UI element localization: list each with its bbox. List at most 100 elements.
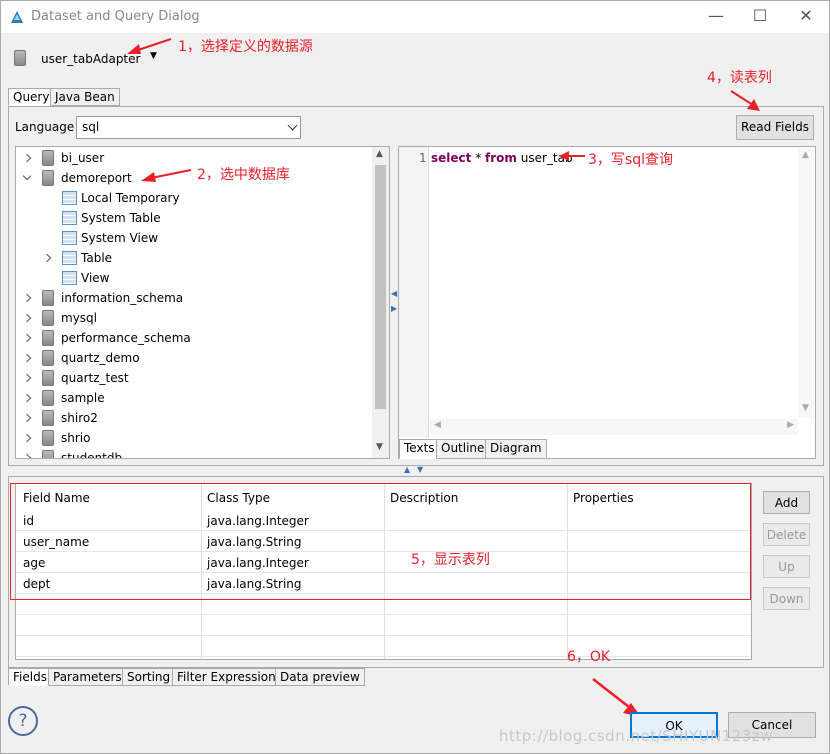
splitter-down-icon[interactable]: ▼ xyxy=(417,465,423,474)
database-icon xyxy=(42,150,54,166)
tree-item-label: shrio xyxy=(61,431,91,445)
annotation-box-5 xyxy=(10,483,751,600)
database-icon xyxy=(42,170,54,186)
delete-button[interactable]: Delete xyxy=(763,523,810,546)
language-select[interactable]: sql xyxy=(76,116,301,139)
down-button[interactable]: Down xyxy=(763,587,810,610)
expand-right-icon[interactable] xyxy=(22,333,32,343)
up-button[interactable]: Up xyxy=(763,555,810,578)
expand-right-icon[interactable] xyxy=(22,433,32,443)
annotation-5: 5，显示表列 xyxy=(411,552,490,568)
tab-java-bean[interactable]: Java Bean xyxy=(50,88,120,106)
tree-item[interactable]: System Table xyxy=(16,208,366,228)
line-number-gutter xyxy=(399,147,429,437)
tab-outline[interactable]: Outline xyxy=(436,439,490,459)
table-icon xyxy=(62,231,77,245)
sql-editor[interactable]: 1 select * from user_tab ▲ ▼ ◀ ▶ Texts O… xyxy=(398,146,816,459)
editor-scroll-right-icon[interactable]: ▶ xyxy=(787,420,794,430)
annotation-arrow-4 xyxy=(730,90,760,111)
tree-item[interactable]: performance_schema xyxy=(16,328,366,348)
sql-query-text[interactable]: select * from user_tab xyxy=(431,151,573,165)
help-icon[interactable]: ? xyxy=(8,706,38,736)
tree-item-label: Table xyxy=(81,251,113,265)
tree-item[interactable]: System View xyxy=(16,228,366,248)
database-icon xyxy=(42,350,54,366)
editor-scroll-down-icon[interactable]: ▼ xyxy=(802,403,809,413)
editor-scroll-left-icon[interactable]: ◀ xyxy=(434,420,441,430)
tree-item[interactable]: shrio xyxy=(16,428,366,448)
tree-item[interactable]: Table xyxy=(16,248,366,268)
row-divider xyxy=(16,656,751,657)
expand-down-icon[interactable] xyxy=(22,171,32,181)
dialog-window: Dataset and Query Dialog — ☐ ✕ user_tabA… xyxy=(0,0,830,754)
tree-item-label: Local Temporary xyxy=(81,191,180,205)
table-icon xyxy=(62,211,77,225)
expand-right-icon[interactable] xyxy=(22,413,32,423)
tab-parameters[interactable]: Parameters xyxy=(48,668,127,686)
database-icon xyxy=(42,450,54,458)
tree-item-label: System Table xyxy=(81,211,161,225)
tree-item[interactable]: bi_user xyxy=(16,148,366,168)
expand-right-icon[interactable] xyxy=(22,313,32,323)
annotation-arrow-2 xyxy=(141,169,192,182)
tree-item[interactable]: Local Temporary xyxy=(16,188,366,208)
datasource-icon xyxy=(14,50,26,66)
tree-item-label: View xyxy=(81,271,110,285)
title-bar[interactable]: Dataset and Query Dialog — ☐ ✕ xyxy=(1,1,829,33)
eclipse-app-icon xyxy=(11,11,23,23)
minimize-button[interactable]: — xyxy=(701,5,731,27)
expand-right-icon[interactable] xyxy=(22,153,32,163)
editor-vscrollbar[interactable]: ▲ ▼ xyxy=(798,148,814,418)
splitter-up-icon[interactable]: ▲ xyxy=(404,465,410,474)
tree-item-label: performance_schema xyxy=(61,331,191,345)
tab-fields[interactable]: Fields xyxy=(8,668,52,686)
add-button[interactable]: Add xyxy=(763,491,810,514)
tree-item-label: information_schema xyxy=(61,291,184,305)
row-divider xyxy=(16,614,751,615)
database-icon xyxy=(42,410,54,426)
tab-filter-expression[interactable]: Filter Expression xyxy=(172,668,281,686)
scroll-up-icon[interactable]: ▲ xyxy=(376,149,383,159)
tab-query[interactable]: Query xyxy=(8,88,55,106)
expand-right-icon[interactable] xyxy=(42,253,52,263)
tree-item[interactable]: mysql xyxy=(16,308,366,328)
editor-hscrollbar[interactable]: ◀ ▶ xyxy=(430,419,798,435)
watermark: http://blog.csdn.net/SHIYUN123zw xyxy=(499,727,773,745)
database-icon xyxy=(42,390,54,406)
tree-item[interactable]: sample xyxy=(16,388,366,408)
tree-scroll-thumb[interactable] xyxy=(375,165,386,409)
tree-item[interactable]: quartz_demo xyxy=(16,348,366,368)
tree-item[interactable]: studentdb xyxy=(16,448,366,459)
tree-item[interactable]: quartz_test xyxy=(16,368,366,388)
database-tree[interactable]: bi_user demoreport Local Temporary System T… xyxy=(15,146,390,459)
sql-star: * xyxy=(471,151,486,165)
annotation-1: 1，选择定义的数据源 xyxy=(178,39,313,55)
tree-item[interactable]: shiro2 xyxy=(16,408,366,428)
tree-item-label: System View xyxy=(81,231,159,245)
scroll-down-icon[interactable]: ▼ xyxy=(376,442,383,452)
table-icon xyxy=(62,251,77,265)
tab-diagram[interactable]: Diagram xyxy=(485,439,547,459)
tree-scrollbar[interactable]: ▲ ▼ xyxy=(372,147,389,458)
tree-item[interactable]: information_schema xyxy=(16,288,366,308)
database-icon xyxy=(42,330,54,346)
expand-right-icon[interactable] xyxy=(22,453,32,458)
tree-item[interactable]: View xyxy=(16,268,366,288)
tab-texts[interactable]: Texts xyxy=(399,439,440,459)
expand-right-icon[interactable] xyxy=(22,393,32,403)
tree-item-label: studentdb xyxy=(61,451,123,459)
tree-item-label: shiro2 xyxy=(61,411,98,425)
tab-data-preview[interactable]: Data preview xyxy=(275,668,365,686)
maximize-button[interactable]: ☐ xyxy=(745,5,775,27)
expand-right-icon[interactable] xyxy=(22,373,32,383)
line-number: 1 xyxy=(419,151,427,165)
expand-right-icon[interactable] xyxy=(22,293,32,303)
read-fields-button[interactable]: Read Fields xyxy=(736,115,814,140)
close-button[interactable]: ✕ xyxy=(791,5,821,27)
annotation-3: 3，写sql查询 xyxy=(588,152,673,168)
tab-sorting[interactable]: Sorting xyxy=(122,668,176,686)
collapse-left-icon[interactable]: ◀ xyxy=(391,289,397,298)
expand-right-icon[interactable] xyxy=(22,353,32,363)
expand-right-icon[interactable]: ▶ xyxy=(391,304,397,313)
editor-scroll-up-icon[interactable]: ▲ xyxy=(802,150,809,160)
